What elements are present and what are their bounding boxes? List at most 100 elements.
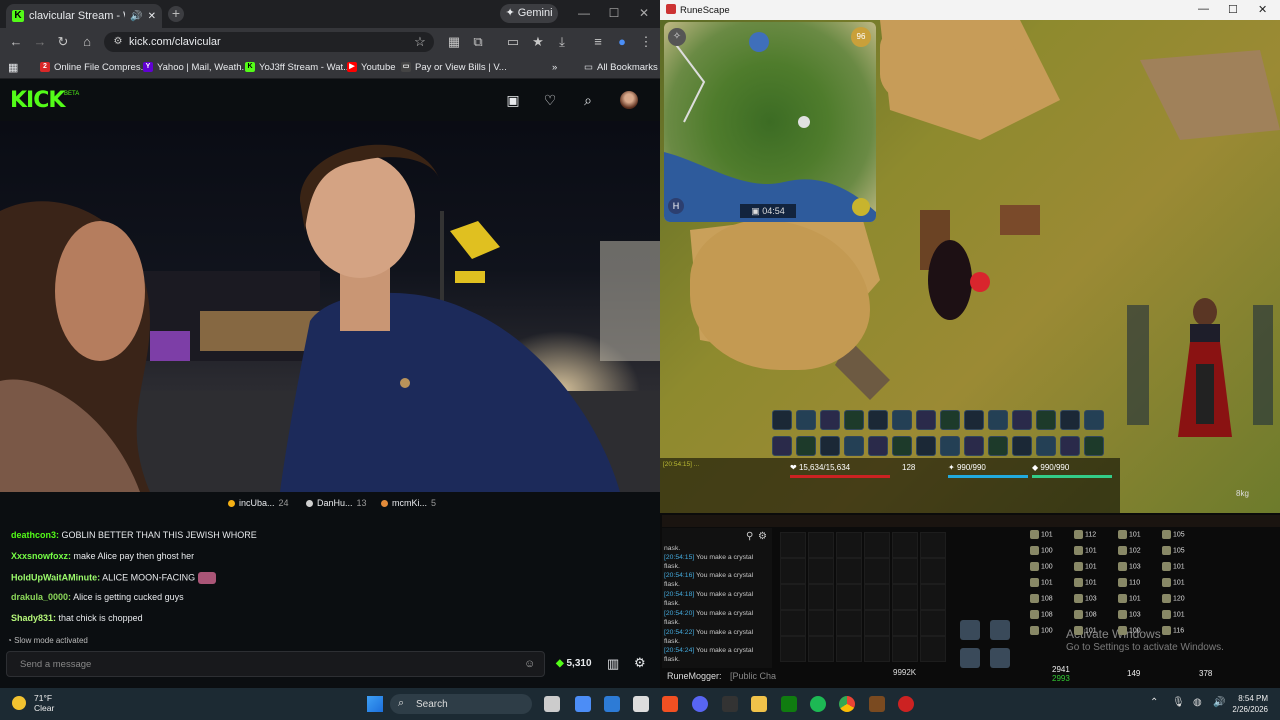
skill-cell[interactable]: 112 bbox=[1074, 530, 1114, 546]
inventory-slot[interactable] bbox=[808, 532, 834, 558]
skill-cell[interactable]: 101 bbox=[1162, 610, 1202, 626]
inventory-slot[interactable] bbox=[780, 636, 806, 662]
quick-slot[interactable] bbox=[960, 648, 980, 668]
taskbar-clock[interactable]: 8:54 PM 2/26/2026 bbox=[1200, 693, 1268, 715]
ability-slot[interactable] bbox=[940, 410, 960, 430]
inventory-slot[interactable] bbox=[892, 532, 918, 558]
epic-games-icon[interactable] bbox=[722, 696, 738, 712]
skill-cell[interactable]: 102 bbox=[1118, 546, 1158, 562]
inventory-slot[interactable] bbox=[892, 610, 918, 636]
inventory-slot[interactable] bbox=[864, 584, 890, 610]
skill-cell[interactable]: 101 bbox=[1162, 562, 1202, 578]
ability-slot[interactable] bbox=[1012, 410, 1032, 430]
ability-slot[interactable] bbox=[820, 436, 840, 456]
minimap[interactable] bbox=[664, 22, 876, 222]
tray-chevron-icon[interactable]: ⌃ bbox=[1150, 697, 1158, 708]
reload-icon[interactable]: ↻ bbox=[55, 34, 71, 50]
taskbar-search[interactable] bbox=[390, 694, 532, 714]
bookmarks-overflow-icon[interactable]: » bbox=[552, 60, 557, 74]
app-icon[interactable] bbox=[633, 696, 649, 712]
skill-cell[interactable]: 101 bbox=[1074, 626, 1114, 642]
user-avatar[interactable] bbox=[620, 91, 638, 109]
skill-cell[interactable]: 108 bbox=[1030, 610, 1070, 626]
skill-cell[interactable]: 116 bbox=[1162, 626, 1202, 642]
ability-slot[interactable] bbox=[1036, 436, 1056, 456]
home-icon[interactable]: ⌂ bbox=[79, 34, 95, 50]
skill-cell[interactable]: 101 bbox=[1074, 578, 1114, 594]
bookmark-item[interactable]: K YoJ3ff Stream - Wat... bbox=[245, 60, 351, 74]
inventory-slot[interactable] bbox=[836, 584, 862, 610]
spotify-icon[interactable] bbox=[810, 696, 826, 712]
run-orb-icon[interactable]: 96 bbox=[851, 27, 871, 47]
ability-slot[interactable] bbox=[964, 410, 984, 430]
skill-cell[interactable]: 100 bbox=[1030, 626, 1070, 642]
close-tab-icon[interactable]: ✕ bbox=[148, 11, 156, 22]
skill-cell[interactable]: 105 bbox=[1162, 546, 1202, 562]
ability-slot[interactable] bbox=[844, 410, 864, 430]
browse-icon[interactable]: ▣ bbox=[505, 92, 521, 108]
bookmark-item[interactable]: ▭ Pay or View Bills | V... bbox=[401, 60, 507, 74]
site-info-icon[interactable]: ⚙ bbox=[110, 34, 126, 50]
inventory-slot[interactable] bbox=[780, 610, 806, 636]
inventory-slot[interactable] bbox=[836, 636, 862, 662]
rs-maximize-button[interactable]: ☐ bbox=[1228, 3, 1238, 16]
inventory-slot[interactable] bbox=[836, 558, 862, 584]
ability-slot[interactable] bbox=[868, 410, 888, 430]
inventory-slot[interactable] bbox=[892, 584, 918, 610]
close-window-button[interactable]: ✕ bbox=[634, 4, 654, 22]
ability-slot[interactable] bbox=[1084, 436, 1104, 456]
chat-filter-icon[interactable]: ⚲ bbox=[746, 531, 753, 542]
inventory-slot[interactable] bbox=[864, 610, 890, 636]
settings-gear-icon[interactable]: ⚙ bbox=[634, 655, 646, 671]
inventory-slot[interactable] bbox=[920, 610, 946, 636]
bookmarks-icon[interactable]: ★ bbox=[530, 34, 546, 50]
skill-cell[interactable]: 100 bbox=[1030, 546, 1070, 562]
app-icon[interactable] bbox=[575, 696, 591, 712]
ability-slot[interactable] bbox=[916, 436, 936, 456]
ability-slot[interactable] bbox=[1060, 436, 1080, 456]
app-icon[interactable] bbox=[662, 696, 678, 712]
bookmark-item[interactable]: ▶ Youtube bbox=[347, 60, 396, 74]
skill-cell[interactable]: 101 bbox=[1030, 530, 1070, 546]
inventory-slot[interactable] bbox=[808, 558, 834, 584]
skill-cell[interactable]: 101 bbox=[1118, 530, 1158, 546]
rs-minimize-button[interactable]: — bbox=[1198, 3, 1209, 15]
inventory-slot[interactable] bbox=[780, 532, 806, 558]
search-icon[interactable]: ⌕ bbox=[580, 92, 596, 108]
rs-close-button[interactable]: ✕ bbox=[1258, 3, 1267, 16]
coin-pouch[interactable]: 9992K bbox=[893, 668, 916, 677]
inventory-slot[interactable] bbox=[864, 558, 890, 584]
chat-channel[interactable]: [Public Cha bbox=[730, 671, 776, 681]
ability-slot[interactable] bbox=[988, 436, 1008, 456]
ability-slot[interactable] bbox=[964, 436, 984, 456]
ability-slot[interactable] bbox=[916, 410, 936, 430]
media-icon[interactable]: ≡ bbox=[590, 34, 606, 50]
discord-icon[interactable] bbox=[692, 696, 708, 712]
start-windows-icon[interactable] bbox=[367, 696, 383, 712]
menu-icon[interactable]: ⋮ bbox=[638, 34, 654, 50]
skill-cell[interactable]: 101 bbox=[1030, 578, 1070, 594]
ability-slot[interactable] bbox=[796, 436, 816, 456]
back-icon[interactable]: ← bbox=[8, 34, 24, 50]
chrome-icon[interactable] bbox=[839, 696, 855, 712]
bookmark-star-icon[interactable]: ☆ bbox=[412, 34, 428, 50]
puzzle-icon[interactable]: ⧉ bbox=[470, 34, 486, 50]
runescape-icon[interactable] bbox=[869, 696, 885, 712]
compass-icon[interactable]: ✧ bbox=[668, 28, 686, 46]
home-teleport-icon[interactable]: H bbox=[668, 198, 684, 214]
gemini-button[interactable]: ✦ Gemini bbox=[500, 4, 558, 23]
rewards-icon[interactable]: ▥ bbox=[607, 656, 619, 672]
chat-username[interactable]: Xxxsnowfoxz: bbox=[11, 551, 71, 561]
extension-icon[interactable]: ▦ bbox=[446, 34, 462, 50]
inventory-slot[interactable] bbox=[892, 558, 918, 584]
ability-slot[interactable] bbox=[772, 410, 792, 430]
apps-icon[interactable]: ▦ bbox=[8, 60, 18, 74]
bookmark-item[interactable]: 2 Online File Compres... bbox=[40, 60, 149, 74]
audio-icon[interactable]: 🔊 bbox=[130, 11, 142, 22]
tab-kick[interactable]: K clavicular Stream - Watch L 🔊 ✕ bbox=[6, 4, 162, 28]
skill-cell[interactable]: 103 bbox=[1074, 594, 1114, 610]
skill-cell[interactable]: 103 bbox=[1118, 610, 1158, 626]
inventory-slot[interactable] bbox=[836, 532, 862, 558]
skill-cell[interactable]: 100 bbox=[1118, 626, 1158, 642]
skill-cell[interactable]: 110 bbox=[1118, 578, 1158, 594]
